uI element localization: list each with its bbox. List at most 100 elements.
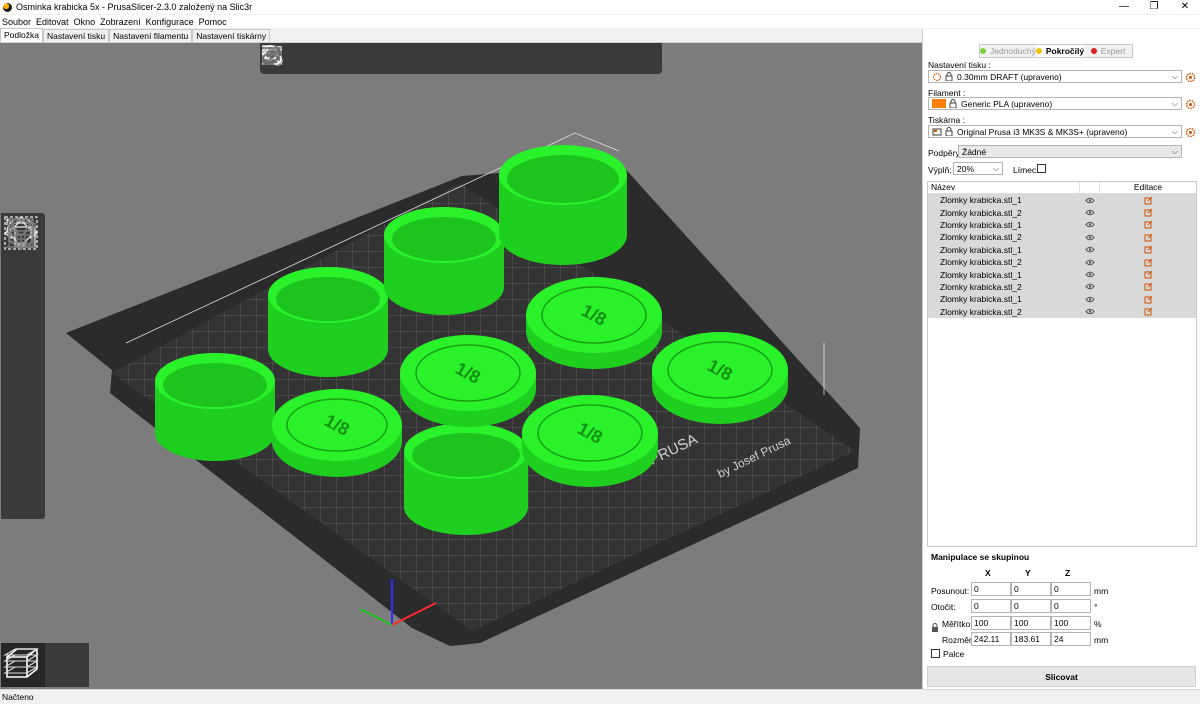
object-name: Zlomky krabicka.stl_2 [940, 257, 1022, 268]
maximize-button[interactable]: ❐ [1139, 0, 1169, 14]
gear-icon[interactable] [1185, 99, 1196, 110]
size-x-field[interactable]: 242.11 [971, 632, 1011, 646]
tab-filament-settings[interactable]: Nastavení filamentu [109, 29, 193, 42]
box-object-1[interactable] [155, 353, 275, 461]
box-object-2[interactable] [268, 267, 388, 377]
undo-icon[interactable] [261, 45, 632, 73]
list-item[interactable]: Zlomky krabicka.stl_2 [928, 231, 1196, 244]
column-name[interactable]: Název [928, 182, 1080, 193]
delete-all-icon[interactable] [264, 45, 347, 73]
lid-object-1[interactable]: 1/8 [272, 389, 402, 477]
size-y-field[interactable]: 183.61 [1011, 632, 1051, 646]
lock-icon[interactable] [931, 623, 939, 633]
scale-y-field[interactable]: 100 [1011, 616, 1051, 630]
list-item[interactable]: Zlomky krabicka.stl_1 [928, 243, 1196, 256]
slice-button[interactable]: Slicovat [927, 666, 1196, 687]
edit-icon[interactable] [1100, 282, 1196, 291]
eye-icon[interactable] [1080, 197, 1100, 204]
copy-icon[interactable] [262, 45, 404, 73]
edit-icon[interactable] [1100, 295, 1196, 304]
arrange-icon[interactable] [262, 45, 376, 73]
box-object-4[interactable] [499, 145, 627, 265]
eye-icon[interactable] [1080, 296, 1100, 303]
eye-icon[interactable] [1080, 259, 1100, 266]
gear-icon[interactable] [1185, 72, 1196, 83]
list-item[interactable]: Zlomky krabicka.stl_2 [928, 255, 1196, 269]
supports-combo[interactable]: Žádné ⌵ [958, 145, 1182, 158]
lid-object-4[interactable]: 1/8 [522, 395, 658, 487]
rotation-z-field[interactable]: 0 [1051, 599, 1091, 613]
scale-x-field[interactable]: 100 [971, 616, 1011, 630]
scale-icon[interactable] [1, 216, 45, 301]
close-button[interactable]: ✕ [1170, 0, 1200, 14]
position-x-field[interactable]: 0 [971, 582, 1011, 596]
list-item[interactable]: Zlomky krabicka.stl_2 [928, 206, 1196, 219]
edit-icon[interactable] [1100, 233, 1196, 242]
tab-plater[interactable]: Podložka [0, 28, 43, 42]
eye-icon[interactable] [1080, 271, 1100, 278]
size-z-field[interactable]: 24 [1051, 632, 1091, 646]
rotation-label: Otočit: [931, 602, 956, 612]
eye-icon[interactable] [1080, 283, 1100, 290]
minimize-button[interactable]: — [1109, 0, 1139, 14]
edit-icon[interactable] [1100, 245, 1196, 254]
menu-konfigurace[interactable]: Konfigurace [146, 17, 194, 27]
list-item[interactable]: Zlomky krabicka.stl_1 [928, 268, 1196, 281]
supports-label: Podpěry: [928, 148, 963, 158]
delete-object-icon[interactable] [262, 45, 319, 73]
eye-icon[interactable] [1080, 246, 1100, 253]
mode-simple[interactable]: Jednoduchý [980, 45, 1036, 57]
list-item[interactable]: Zlomky krabicka.stl_1 [928, 194, 1196, 207]
infill-combo[interactable]: 20% ⌵ [953, 162, 1003, 175]
edit-icon[interactable] [1100, 307, 1196, 316]
inches-checkbox[interactable] [931, 649, 940, 658]
menu-soubor[interactable]: Soubor [2, 17, 31, 27]
menu-pomoc[interactable]: Pomoc [199, 17, 227, 27]
chevron-down-icon: ⌵ [1171, 127, 1178, 136]
3d-scene[interactable]: PRUSA by Josef Prusa 1/8 1/8 1/8 1/8 1/8 [0, 43, 922, 689]
rotation-x-field[interactable]: 0 [971, 599, 1011, 613]
object-list[interactable]: Název Editace Zlomky krabicka.stl_1 Zlomk… [927, 181, 1197, 547]
tab-print-settings[interactable]: Nastavení tisku [42, 29, 110, 42]
brim-checkbox[interactable] [1037, 164, 1046, 173]
scale-z-field[interactable]: 100 [1051, 616, 1091, 630]
print-settings-combo[interactable]: 0.30mm DRAFT (upraveno) ⌵ [928, 70, 1182, 83]
eye-icon[interactable] [1080, 234, 1100, 241]
eye-icon[interactable] [1080, 308, 1100, 315]
3d-viewport[interactable]: PRUSA by Josef Prusa 1/8 1/8 1/8 1/8 1/8 [0, 43, 922, 689]
position-y-field[interactable]: 0 [1011, 582, 1051, 596]
menu-okno[interactable]: Okno [74, 17, 96, 27]
edit-icon[interactable] [1100, 258, 1196, 267]
lid-object-2[interactable]: 1/8 [400, 335, 536, 427]
box-object-5[interactable] [404, 423, 528, 535]
list-item[interactable]: Zlomky krabicka.stl_2 [928, 280, 1196, 294]
search-icon[interactable] [262, 45, 575, 73]
gear-icon[interactable] [1185, 127, 1196, 138]
split-parts-icon: P [262, 45, 547, 73]
list-item[interactable]: Zlomky krabicka.stl_2 [928, 305, 1196, 318]
lid-object-3[interactable]: 1/8 [526, 277, 662, 369]
edit-icon[interactable] [1100, 220, 1196, 229]
column-edit[interactable]: Editace [1100, 182, 1196, 193]
layer-editing-icon [263, 45, 604, 73]
mode-expert[interactable]: Expert [1084, 45, 1132, 57]
eye-icon[interactable] [1080, 209, 1100, 216]
position-z-field[interactable]: 0 [1051, 582, 1091, 596]
menu-editovat[interactable]: Editovat [36, 17, 69, 27]
edit-icon[interactable] [1100, 270, 1196, 279]
edit-icon[interactable] [1100, 208, 1196, 217]
lid-object-5[interactable]: 1/8 [652, 332, 788, 424]
edit-icon[interactable] [1100, 196, 1196, 205]
list-item[interactable]: Zlomky krabicka.stl_1 [928, 293, 1196, 306]
preview-layers-icon[interactable] [3, 643, 89, 687]
menu-zobrazeni[interactable]: Zobrazení [100, 17, 141, 27]
eye-icon[interactable] [1080, 221, 1100, 228]
tab-printer-settings[interactable]: Nastavení tiskárny [192, 29, 271, 42]
printer-combo[interactable]: Original Prusa i3 MK3S & MK3S+ (upraveno… [928, 125, 1182, 138]
rotate-icon[interactable] [1, 217, 45, 345]
filament-combo[interactable]: Generic PLA (upraveno) ⌵ [928, 97, 1182, 110]
rotation-y-field[interactable]: 0 [1011, 599, 1051, 613]
box-object-3[interactable] [384, 207, 504, 315]
list-item[interactable]: Zlomky krabicka.stl_1 [928, 218, 1196, 232]
mode-advanced[interactable]: Pokročilý [1035, 45, 1085, 57]
